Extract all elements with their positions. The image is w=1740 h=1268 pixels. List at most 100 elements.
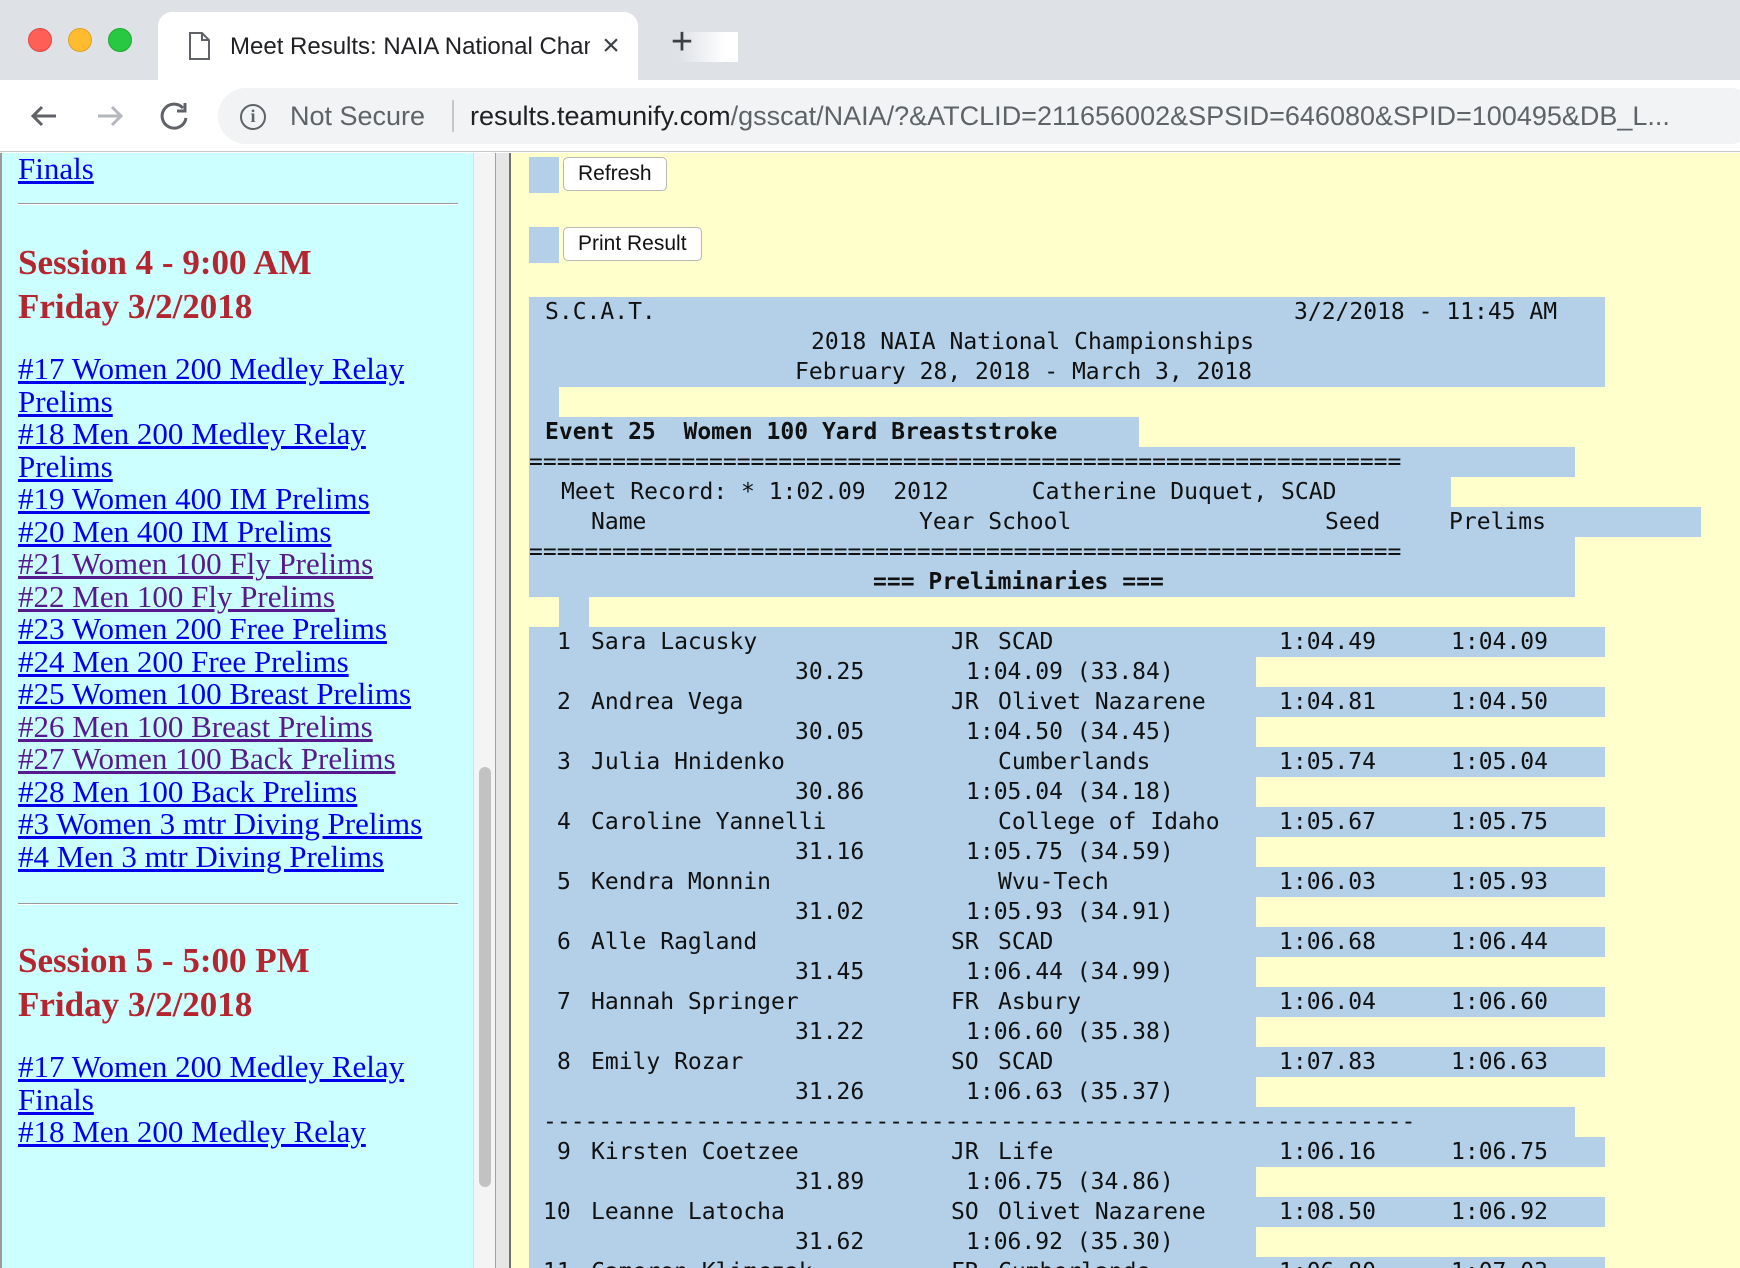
swimmer-name: Hannah Springer (591, 989, 799, 1015)
nav-link[interactable]: #4 Men 3 mtr Diving Prelims (18, 840, 422, 874)
swimmer-name: Andrea Vega (591, 689, 744, 715)
split-50: 31.89 (795, 1169, 865, 1195)
address-bar[interactable]: i Not Secure results.teamunify.com/gssca… (218, 88, 1740, 144)
nav-link[interactable]: #18 Men 200 Medley Relay (18, 1115, 404, 1149)
swimmer-name: Julia Hnidenko (591, 749, 785, 775)
session-4-time: Session 4 - 9:00 AM (18, 243, 312, 282)
nav-link[interactable]: Finals (18, 1083, 404, 1117)
nav-link[interactable]: #22 Men 100 Fly Prelims (18, 580, 422, 614)
nav-link[interactable]: Prelims (18, 385, 422, 419)
tab-close-icon[interactable]: × (596, 30, 626, 62)
result-place: 9 (557, 1139, 571, 1165)
swimmer-year: FR (951, 989, 979, 1015)
divider (18, 903, 458, 905)
session-4-links: #17 Women 200 Medley Relay Prelims #18 M… (18, 352, 422, 874)
organization-code: S.C.A.T. (545, 299, 656, 325)
prelims-time: 1:04.50 (1451, 689, 1548, 715)
swimmer-year: JR (951, 629, 979, 655)
reload-icon[interactable] (152, 94, 196, 138)
column-year-school: Year School (919, 509, 1072, 535)
seed-time: 1:04.81 (1279, 689, 1376, 715)
section-title: === Preliminaries === (873, 569, 1164, 595)
column-name: Name (591, 509, 647, 535)
double-rule: ========================================… (529, 447, 1575, 477)
nav-link[interactable]: #19 Women 400 IM Prelims (18, 482, 422, 516)
back-arrow-icon[interactable] (22, 94, 66, 138)
split-100: 1:06.92 (35.30) (966, 1229, 1174, 1255)
swimmer-school: Asbury (998, 989, 1082, 1015)
url-host: results.teamunify.com (470, 101, 731, 131)
nav-link[interactable]: #21 Women 100 Fly Prelims (18, 547, 422, 581)
frame-divider[interactable] (495, 153, 511, 1268)
refresh-button[interactable]: Refresh (563, 157, 667, 191)
swimmer-school: Life (998, 1139, 1054, 1165)
nav-link[interactable]: #26 Men 100 Breast Prelims (18, 710, 422, 744)
security-label[interactable]: Not Secure (290, 100, 425, 132)
swimmer-year: SR (951, 929, 979, 955)
top-link-wrap: Finals (18, 153, 94, 187)
nav-link[interactable]: #20 Men 400 IM Prelims (18, 515, 422, 549)
session-5-links: #17 Women 200 Medley Relay Finals #18 Me… (18, 1050, 404, 1149)
prelims-time: 1:06.44 (1451, 929, 1548, 955)
swimmer-school: Olivet Nazarene (998, 1199, 1206, 1225)
seed-time: 1:06.16 (1279, 1139, 1376, 1165)
result-place: 6 (557, 929, 571, 955)
browser-tab-active[interactable]: Meet Results: NAIA National Championship… (158, 12, 738, 80)
split-100: 1:04.09 (33.84) (966, 659, 1174, 685)
nav-link[interactable]: #28 Men 100 Back Prelims (18, 775, 422, 809)
double-rule: ========================================… (529, 537, 1575, 567)
browser-toolbar: i Not Secure results.teamunify.com/gssca… (0, 80, 1740, 152)
prelims-time: 1:05.04 (1451, 749, 1548, 775)
report-timestamp: 3/2/2018 - 11:45 AM (1294, 299, 1558, 325)
split-50: 31.26 (795, 1079, 865, 1105)
split-100: 1:04.50 (34.45) (966, 719, 1174, 745)
swimmer-year: SO (951, 1199, 979, 1225)
nav-link[interactable]: Prelims (18, 450, 422, 484)
nav-link[interactable]: #3 Women 3 mtr Diving Prelims (18, 807, 422, 841)
swimmer-name: Alle Ragland (591, 929, 758, 955)
seed-time: 1:04.49 (1279, 629, 1376, 655)
swimmer-name: Emily Rozar (591, 1049, 744, 1075)
nav-link[interactable]: #23 Women 200 Free Prelims (18, 612, 422, 646)
nav-link[interactable]: #25 Women 100 Breast Prelims (18, 677, 422, 711)
browser-tab-strip: Meet Results: NAIA National Championship… (0, 0, 1740, 80)
new-tab-icon[interactable]: + (662, 22, 702, 62)
session-4-date: Friday 3/2/2018 (18, 287, 253, 326)
nav-link[interactable]: #27 Women 100 Back Prelims (18, 742, 422, 776)
result-place: 3 (557, 749, 571, 775)
seed-time: 1:08.50 (1279, 1199, 1376, 1225)
forward-arrow-icon[interactable] (88, 94, 132, 138)
nav-link[interactable]: #18 Men 200 Medley Relay (18, 417, 422, 451)
url-text[interactable]: results.teamunify.com/gsscat/NAIA/?&ATCL… (470, 100, 1740, 132)
window-maximize-button[interactable] (108, 28, 132, 52)
nav-link-finals[interactable]: Finals (18, 153, 94, 187)
event-title: Event 25 Women 100 Yard Breaststroke (529, 417, 1139, 447)
split-50: 31.02 (795, 899, 865, 925)
divider (18, 203, 458, 205)
swimmer-school: SCAD (998, 1049, 1054, 1075)
tab-title: Meet Results: NAIA National Championship… (230, 33, 590, 60)
window-minimize-button[interactable] (68, 28, 92, 52)
info-icon[interactable]: i (240, 104, 266, 130)
split-50: 30.05 (795, 719, 865, 745)
result-place: 7 (557, 989, 571, 1015)
prelims-time: 1:05.75 (1451, 809, 1548, 835)
session-5-date: Friday 3/2/2018 (18, 985, 253, 1024)
split-100: 1:06.60 (35.38) (966, 1019, 1174, 1045)
scrollbar-thumb[interactable] (479, 767, 491, 1187)
print-result-button[interactable]: Print Result (563, 227, 702, 261)
nav-link[interactable]: #17 Women 200 Medley Relay (18, 352, 422, 386)
nav-frame-scrollbar[interactable] (473, 153, 495, 1268)
document-icon (189, 32, 210, 60)
swimmer-name: Leanne Latocha (591, 1199, 785, 1225)
seed-time: 1:07.83 (1279, 1049, 1376, 1075)
nav-link[interactable]: #24 Men 200 Free Prelims (18, 645, 422, 679)
nav-link[interactable]: #17 Women 200 Medley Relay (18, 1050, 404, 1084)
window-close-button[interactable] (28, 28, 52, 52)
blank-cell (559, 597, 589, 627)
prelims-time: 1:06.75 (1451, 1139, 1548, 1165)
dash-rule: ----------------------------------------… (529, 1107, 1575, 1137)
swimmer-year: JR (951, 1139, 979, 1165)
prelims-time: 1:06.92 (1451, 1199, 1548, 1225)
split-100: 1:06.44 (34.99) (966, 959, 1174, 985)
